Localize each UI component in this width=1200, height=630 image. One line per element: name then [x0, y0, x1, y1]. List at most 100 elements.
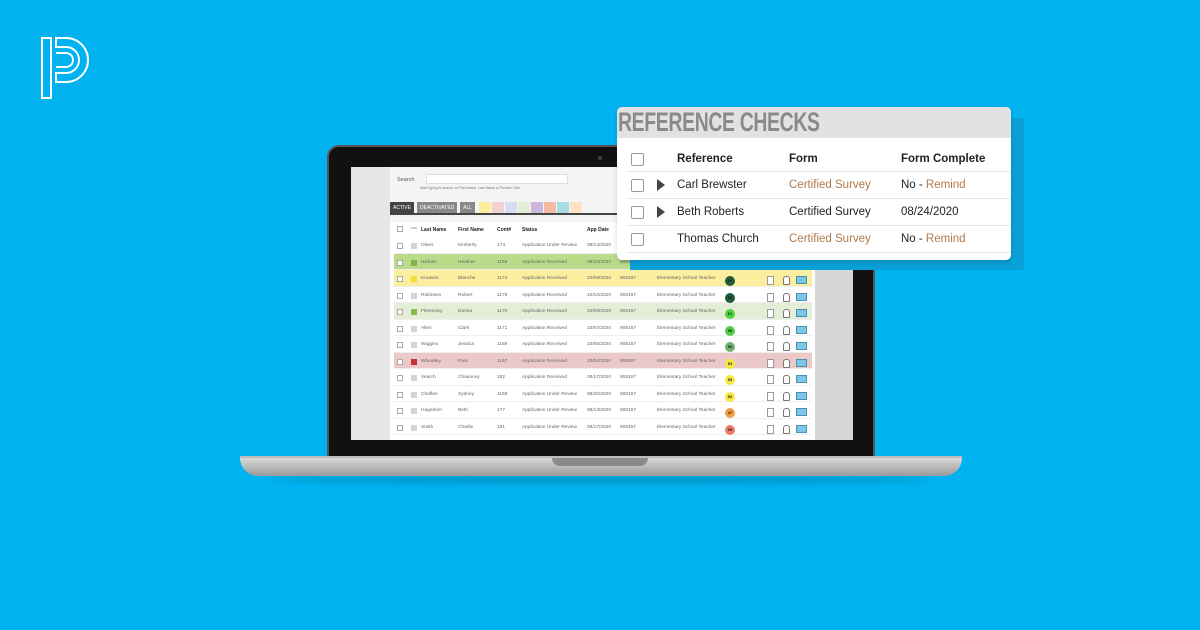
- row-color-tag[interactable]: [411, 276, 417, 282]
- table-row[interactable]: Wheatley Paul 1167 Application Received …: [394, 352, 812, 369]
- table-row[interactable]: Knutson Blanche 1174 Application Receive…: [394, 270, 812, 287]
- row-checkbox[interactable]: [397, 375, 403, 381]
- table-row[interactable]: Wiggins Jessica 1169 Application Receive…: [394, 336, 812, 353]
- document-icon[interactable]: [767, 309, 774, 318]
- document-icon[interactable]: [767, 391, 774, 401]
- tab-active[interactable]: ACTIVE: [390, 202, 415, 213]
- row-color-tag[interactable]: [411, 325, 417, 332]
- table-row[interactable]: Flemming Donna 1170 Application Received…: [394, 303, 812, 320]
- clipboard-icon[interactable]: [783, 325, 790, 335]
- document-icon[interactable]: [767, 325, 774, 335]
- row-checkbox[interactable]: [397, 309, 403, 315]
- row-color-tag[interactable]: [411, 309, 417, 315]
- form-name[interactable]: Certified Survey: [789, 179, 871, 191]
- expand-triangle-icon[interactable]: [657, 179, 665, 191]
- folder-icon[interactable]: [796, 276, 807, 284]
- clipboard-icon[interactable]: [783, 408, 790, 417]
- reference-checkbox[interactable]: [631, 233, 644, 246]
- row-checkbox[interactable]: [397, 292, 403, 299]
- row-color-tag[interactable]: [411, 424, 417, 431]
- table-row[interactable]: Robinson Robert 1176 Application Receive…: [394, 286, 812, 303]
- remind-link[interactable]: Remind: [926, 179, 966, 191]
- col-cont[interactable]: Cont#: [497, 227, 511, 233]
- clipboard-icon[interactable]: [783, 375, 790, 384]
- select-all-checkbox[interactable]: [397, 226, 403, 232]
- reference-name: Beth Roberts: [677, 206, 745, 218]
- clipboard-icon[interactable]: [783, 424, 790, 434]
- row-checkbox[interactable]: [397, 259, 403, 266]
- col-app-date[interactable]: App Date: [587, 227, 609, 233]
- position-title: Elementary School Teacher: [657, 309, 716, 314]
- folder-icon[interactable]: [796, 292, 807, 301]
- clipboard-icon[interactable]: [783, 276, 790, 285]
- col-last-name[interactable]: Last Name: [421, 227, 446, 233]
- table-row[interactable]: Chaffee Sydney 1158 Application Under Re…: [394, 385, 812, 402]
- search-input[interactable]: [426, 174, 568, 184]
- color-filter-swatch[interactable]: [570, 202, 582, 213]
- posting-id: 908167: [620, 424, 637, 430]
- folder-icon[interactable]: [796, 408, 807, 416]
- document-icon[interactable]: [767, 292, 774, 302]
- clipboard-icon[interactable]: [783, 342, 790, 351]
- row-checkbox[interactable]: [397, 276, 403, 282]
- select-all-references-checkbox[interactable]: [631, 153, 644, 166]
- document-icon[interactable]: [767, 375, 774, 384]
- folder-icon[interactable]: [796, 358, 807, 367]
- clipboard-icon[interactable]: [783, 292, 790, 302]
- folder-icon[interactable]: [796, 424, 807, 433]
- color-filter-swatch[interactable]: [518, 202, 530, 213]
- row-color-tag[interactable]: [411, 259, 417, 266]
- row-checkbox[interactable]: [397, 358, 403, 365]
- folder-icon[interactable]: [796, 342, 807, 350]
- row-color-tag[interactable]: [411, 292, 417, 299]
- row-color-tag[interactable]: [411, 243, 417, 249]
- row-color-tag[interactable]: [411, 342, 417, 348]
- expand-triangle-icon[interactable]: [657, 206, 665, 218]
- first-name: Donna: [458, 309, 473, 314]
- color-filter-swatch[interactable]: [505, 202, 517, 213]
- color-filter-swatch[interactable]: [492, 202, 504, 213]
- document-icon[interactable]: [767, 276, 774, 285]
- color-filter-swatch[interactable]: [544, 202, 556, 213]
- table-row[interactable]: Hagedorn Beth 177 Application Under Revi…: [394, 402, 812, 419]
- reference-checkbox[interactable]: [631, 206, 644, 219]
- color-filter-swatch[interactable]: [557, 202, 569, 213]
- table-row[interactable]: Veatch Chauncey 182 Application Received…: [394, 369, 812, 386]
- row-color-tag[interactable]: [411, 358, 417, 365]
- folder-icon[interactable]: [796, 391, 807, 400]
- row-checkbox[interactable]: [397, 391, 403, 398]
- color-filter-swatch[interactable]: [531, 202, 543, 213]
- table-row[interactable]: Smith Charlie 181 Application Under Revi…: [394, 418, 812, 435]
- cont-number: 1158: [497, 391, 508, 397]
- col-status[interactable]: Status: [522, 227, 537, 233]
- row-checkbox[interactable]: [397, 243, 403, 249]
- tab-all[interactable]: ALL: [460, 202, 475, 213]
- app-date: 08/20/2020: [587, 391, 612, 397]
- last-name: Allen: [421, 325, 432, 331]
- table-row[interactable]: Allen Clark 1171 Application Received 10…: [394, 319, 812, 336]
- color-filter-swatch[interactable]: [479, 202, 491, 213]
- document-icon[interactable]: [767, 408, 774, 417]
- row-checkbox[interactable]: [397, 408, 403, 414]
- remind-link[interactable]: Remind: [926, 233, 966, 245]
- row-color-tag[interactable]: [411, 375, 417, 381]
- folder-icon[interactable]: [796, 375, 807, 383]
- tab-deactivated[interactable]: DEACTIVATED: [417, 202, 458, 213]
- form-name[interactable]: Certified Survey: [789, 233, 871, 245]
- clipboard-icon[interactable]: [783, 309, 790, 318]
- row-checkbox[interactable]: [397, 325, 403, 332]
- document-icon[interactable]: [767, 358, 774, 368]
- clipboard-icon[interactable]: [783, 391, 790, 401]
- row-checkbox[interactable]: [397, 342, 403, 348]
- row-color-tag[interactable]: [411, 391, 417, 398]
- row-color-tag[interactable]: [411, 408, 417, 414]
- row-checkbox[interactable]: [397, 424, 403, 431]
- clipboard-icon[interactable]: [783, 358, 790, 368]
- document-icon[interactable]: [767, 424, 774, 434]
- folder-icon[interactable]: [796, 309, 807, 317]
- col-first-name[interactable]: First Name: [458, 227, 484, 233]
- document-icon[interactable]: [767, 342, 774, 351]
- reference-checkbox[interactable]: [631, 179, 644, 192]
- app-date: 08/24/2020: [587, 259, 612, 265]
- folder-icon[interactable]: [796, 325, 807, 334]
